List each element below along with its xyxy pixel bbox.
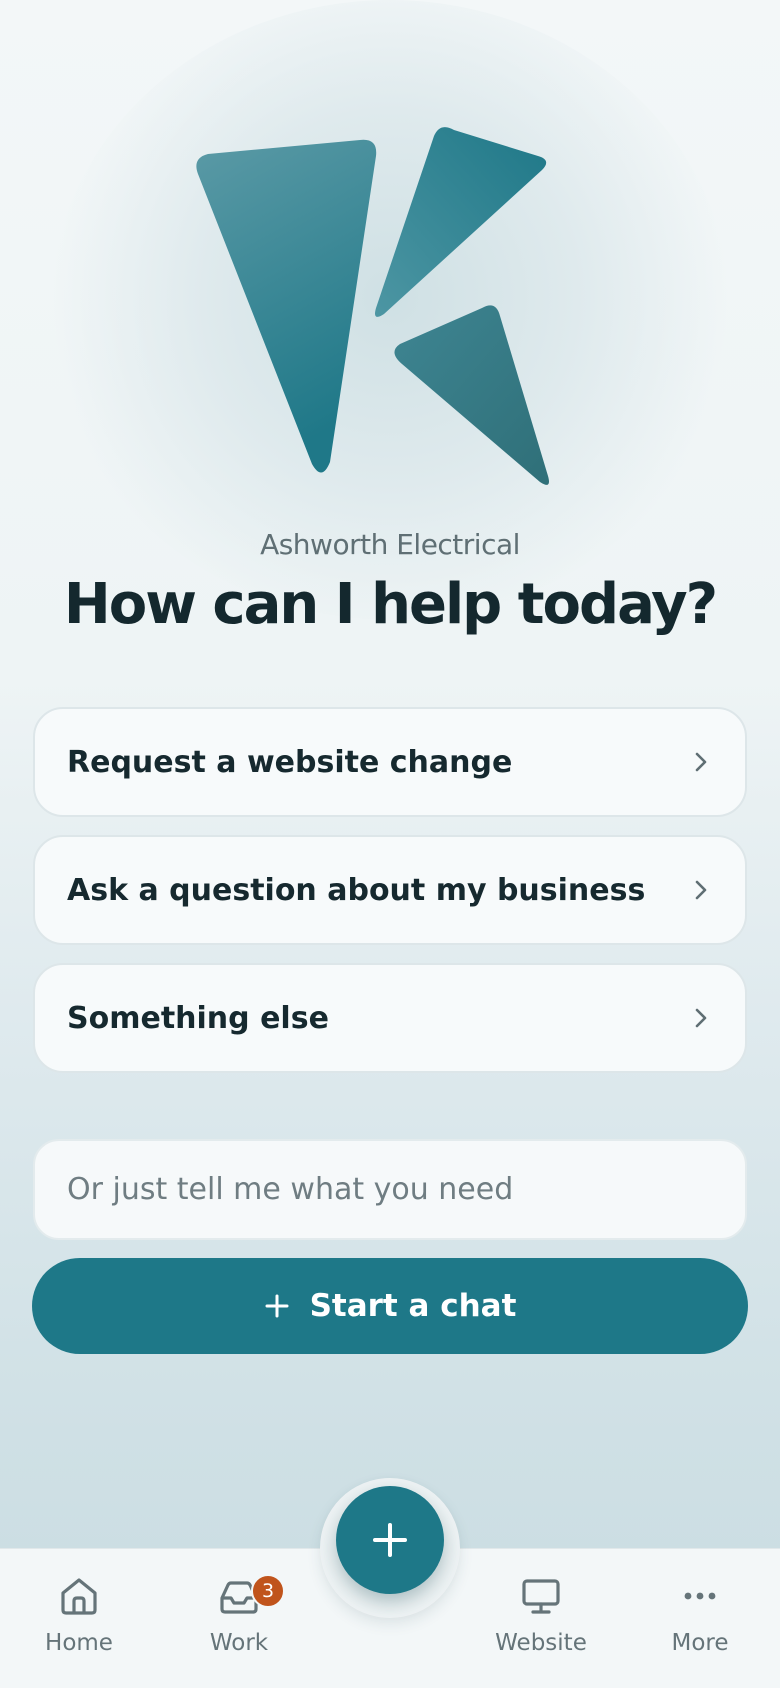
tab-label: Home: [45, 1630, 113, 1656]
chevron-right-icon: [695, 752, 707, 772]
tab-home[interactable]: Home: [9, 1574, 149, 1674]
option-something-else[interactable]: Something else: [33, 963, 747, 1073]
brand-logo: [196, 127, 549, 485]
option-label: Request a website change: [67, 744, 513, 780]
chevron-right-icon: [695, 880, 707, 900]
work-badge: 3: [251, 1574, 285, 1608]
start-chat-label: Start a chat: [309, 1288, 517, 1324]
message-input-container: [33, 1139, 747, 1240]
option-label: Something else: [67, 1000, 329, 1036]
page-title: How can I help today?: [63, 572, 718, 637]
option-label: Ask a question about my business: [67, 872, 646, 908]
monitor-icon: [522, 1579, 560, 1614]
new-action-fab[interactable]: [336, 1486, 444, 1594]
tab-more[interactable]: More: [630, 1574, 770, 1674]
home-icon: [61, 1578, 97, 1615]
message-input[interactable]: [67, 1172, 713, 1207]
tab-label: Website: [495, 1630, 587, 1656]
tab-website[interactable]: Website: [471, 1574, 611, 1674]
option-request-website-change[interactable]: Request a website change: [33, 707, 747, 817]
plus-icon: [373, 1523, 407, 1557]
tab-label: Work: [209, 1630, 269, 1656]
chevron-right-icon: [695, 1008, 707, 1028]
tab-label: More: [671, 1630, 729, 1656]
tab-work[interactable]: 3 Work: [169, 1574, 309, 1674]
option-ask-question[interactable]: Ask a question about my business: [33, 835, 747, 945]
business-name: Ashworth Electrical: [260, 528, 520, 561]
start-chat-button[interactable]: Start a chat: [32, 1258, 748, 1354]
more-icon: [684, 1592, 716, 1600]
plus-icon: [265, 1294, 289, 1318]
